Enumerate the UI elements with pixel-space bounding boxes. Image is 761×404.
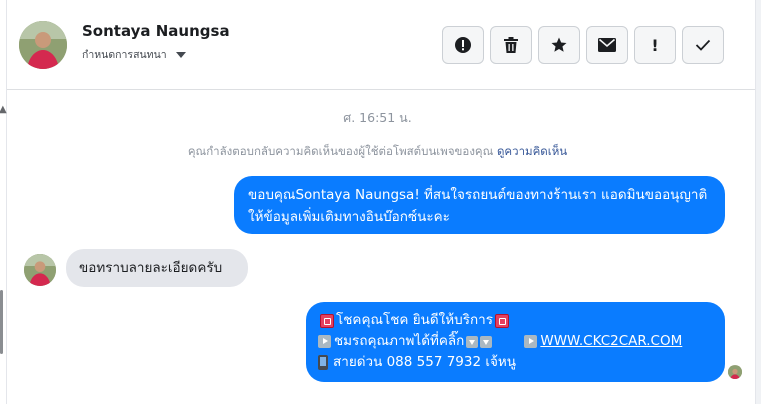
contact-name[interactable]: Sontaya Naungsa: [82, 22, 230, 40]
down-arrow-emoji-icon: [466, 335, 479, 348]
seen-avatar: [728, 365, 742, 379]
left-panel-edge: ▲: [0, 0, 7, 404]
message-line: ชมรถคุณภาพได้ที่คลิ๊ก WWW.CKC2CAR.COM: [318, 331, 713, 352]
message-line: โชคคุณโชค ยินดีให้บริการ: [318, 310, 713, 331]
star-button[interactable]: [538, 26, 580, 64]
done-button[interactable]: [682, 26, 724, 64]
reply-notice: คุณกำลังตอบกลับความคิดเห็นของผู้ใช้ต่อโพ…: [0, 143, 755, 161]
message-line: สายด่วน 088 557 7932 เจ้หนู: [318, 352, 713, 373]
message-text: โชคคุณโชค ยินดีให้บริการ: [336, 312, 493, 328]
delete-button[interactable]: [490, 26, 532, 64]
down-arrow-emoji-icon: [480, 335, 493, 348]
action-toolbar: !: [442, 26, 724, 64]
message-text: สายด่วน 088 557 7932 เจ้หนู: [333, 354, 517, 370]
sign-emoji-icon: [320, 313, 334, 328]
play-button-emoji-icon: [524, 335, 538, 348]
panel-resize-handle[interactable]: [0, 290, 3, 354]
trash-icon: [503, 36, 519, 54]
chevron-down-icon: [175, 51, 186, 58]
reply-notice-text: คุณกำลังตอบกลับความคิดเห็นของผู้ใช้ต่อโพ…: [187, 144, 494, 158]
mobile-phone-emoji-icon: [318, 355, 328, 370]
checkmark-icon: [695, 39, 711, 51]
follow-up-button[interactable]: !: [634, 26, 676, 64]
play-button-emoji-icon: [318, 335, 331, 348]
scrollbar[interactable]: [755, 0, 761, 404]
alert-circle-icon: [454, 36, 472, 54]
sign-emoji-icon: [494, 313, 509, 328]
outgoing-message[interactable]: โชคคุณโชค ยินดีให้บริการ ชมรถคุณภาพได้ที…: [306, 302, 725, 382]
view-comment-link[interactable]: ดูความคิดเห็น: [497, 144, 567, 158]
envelope-icon: [598, 38, 616, 52]
assign-label: กำหนดการสนทนา: [82, 49, 167, 61]
message-timestamp: ศ. 16:51 น.: [343, 110, 412, 125]
incoming-message[interactable]: ขอทราบลายละเอียดครับ: [66, 249, 248, 287]
exclamation-icon: !: [651, 35, 659, 55]
sender-avatar[interactable]: [24, 254, 56, 286]
website-link[interactable]: WWW.CKC2CAR.COM: [540, 331, 682, 352]
assign-conversation-dropdown[interactable]: กำหนดการสนทนา: [82, 46, 186, 63]
conversation-header: Sontaya Naungsa กำหนดการสนทนา !: [7, 0, 755, 90]
message-text: ชมรถคุณภาพได้ที่คลิ๊ก: [334, 333, 465, 349]
outgoing-message[interactable]: ขอบคุณSontaya Naungsa! ที่สนใจรถยนต์ของท…: [234, 176, 725, 234]
report-button[interactable]: [442, 26, 484, 64]
avatar[interactable]: [19, 21, 67, 69]
star-icon: [550, 36, 568, 54]
unread-button[interactable]: [586, 26, 628, 64]
